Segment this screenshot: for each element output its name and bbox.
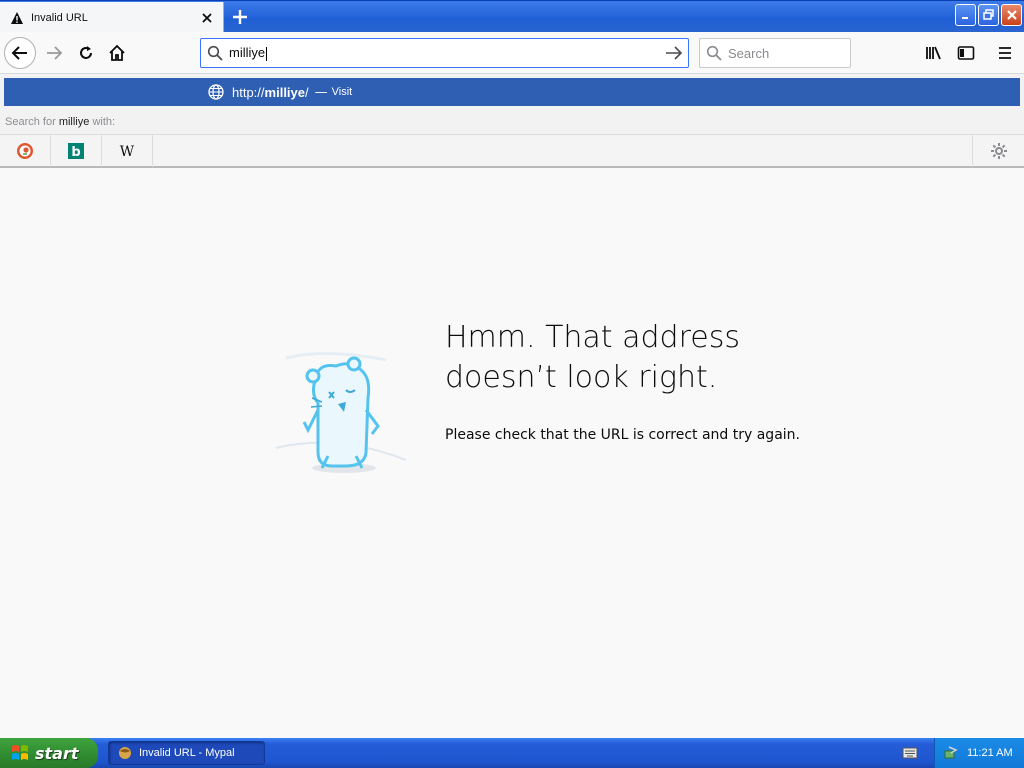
bing-icon: b (68, 143, 84, 159)
gear-icon (990, 143, 1007, 159)
search-icon (201, 45, 229, 61)
tab-title: Invalid URL (31, 11, 88, 24)
search-input[interactable] (728, 45, 838, 61)
engine-duckduckgo[interactable] (0, 135, 51, 167)
reload-button[interactable] (70, 37, 102, 69)
start-label: start (35, 743, 79, 763)
taskbar-item-mypal[interactable]: Invalid URL - Mypal (108, 741, 265, 765)
taskbar-item-label: Invalid URL - Mypal (139, 747, 235, 759)
tab-invalid-url[interactable]: Invalid URL (0, 2, 224, 33)
tab-strip: Invalid URL (0, 0, 1024, 33)
wikipedia-icon: W (120, 144, 135, 159)
search-icon (700, 45, 728, 61)
duckduckgo-icon (17, 143, 33, 159)
minimize-icon (961, 17, 968, 19)
forward-button[interactable] (38, 37, 70, 69)
library-icon (926, 46, 941, 60)
warning-icon (9, 10, 25, 26)
new-tab-button[interactable] (228, 5, 252, 29)
window-close-icon (1006, 10, 1017, 20)
library-button[interactable] (922, 41, 946, 65)
plus-icon (233, 10, 247, 24)
home-button[interactable] (101, 37, 133, 69)
svg-text:W: W (120, 144, 135, 159)
back-arrow-icon (11, 46, 27, 60)
forward-arrow-icon (47, 46, 63, 60)
svg-text:b: b (71, 145, 80, 159)
url-autocomplete-popup: http://milliye/ — Visit Search for milli… (0, 74, 1024, 168)
taskbar: start Invalid URL - Mypal 11:21 AM (0, 738, 1024, 768)
mypal-app-icon (119, 747, 131, 759)
search-settings-button[interactable] (972, 135, 1024, 167)
result-action: Visit (331, 86, 353, 98)
error-description: Please check that the URL is correct and… (445, 427, 800, 443)
network-icon[interactable] (943, 745, 959, 761)
window-close-button[interactable] (1001, 4, 1022, 26)
sidebar-button[interactable] (954, 41, 978, 65)
close-icon[interactable] (198, 9, 216, 27)
engine-wikipedia[interactable]: W (102, 135, 153, 167)
search-bar[interactable] (699, 38, 851, 68)
hamster-illustration (266, 338, 411, 483)
error-title: Hmm. That address doesn’t look right. (445, 320, 740, 395)
hamburger-icon (999, 47, 1011, 59)
system-tray: 11:21 AM (934, 738, 1024, 768)
restore-icon (982, 9, 994, 20)
back-button[interactable] (4, 37, 36, 69)
go-arrow-icon[interactable] (660, 45, 688, 61)
result-separator: — (314, 84, 328, 100)
navigation-toolbar: milliye (0, 32, 1024, 74)
menu-button[interactable] (993, 41, 1017, 65)
error-page: Hmm. That address doesn’t look right. Ple… (0, 168, 1024, 738)
keyboard-icon[interactable] (902, 746, 918, 760)
search-for-label: Search for milliye with: (5, 116, 116, 128)
windows-logo-icon (12, 745, 28, 760)
url-input[interactable]: milliye (229, 45, 660, 61)
result-url: http://milliye/ (232, 84, 309, 100)
restore-button[interactable] (978, 4, 999, 26)
start-button[interactable]: start (0, 738, 98, 768)
autocomplete-result-visit[interactable]: http://milliye/ — Visit (4, 78, 1020, 106)
one-off-search-engines: b W (0, 134, 1024, 167)
url-bar[interactable]: milliye (200, 38, 689, 68)
home-icon (109, 44, 125, 61)
reload-icon (80, 46, 92, 59)
engine-bing[interactable]: b (51, 135, 102, 167)
minimize-button[interactable] (955, 4, 976, 26)
clock[interactable]: 11:21 AM (967, 747, 1013, 759)
globe-icon (208, 83, 226, 101)
sidebar-icon (957, 46, 975, 60)
